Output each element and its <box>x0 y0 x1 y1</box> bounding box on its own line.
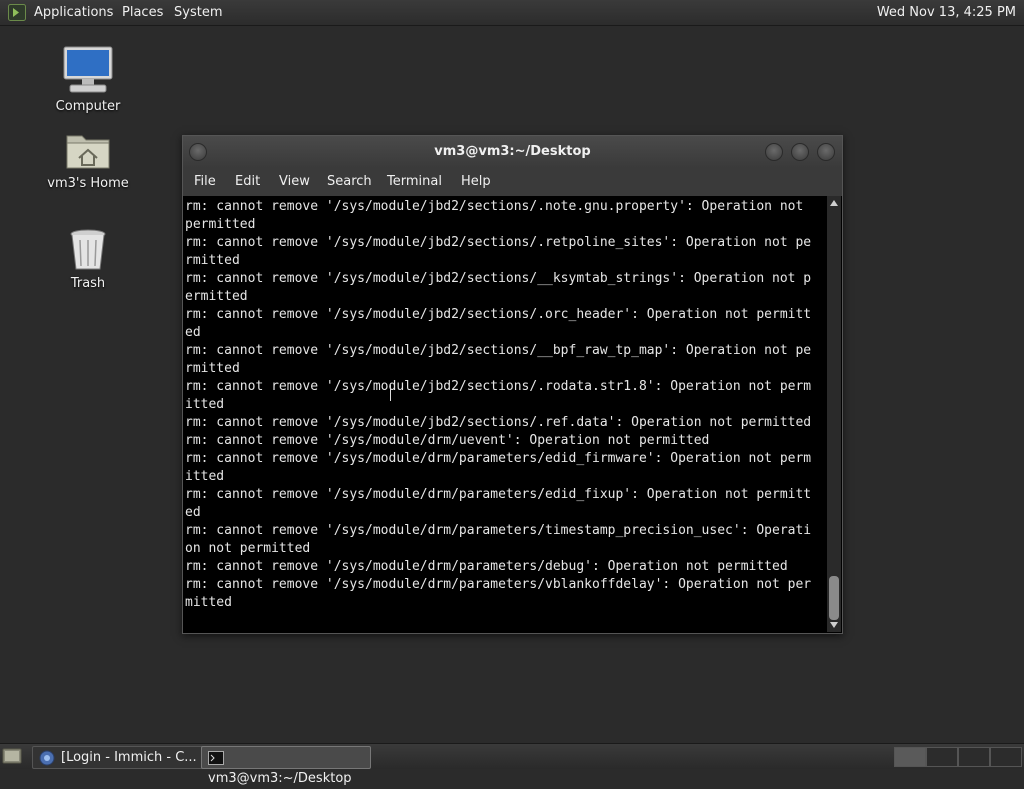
terminal-line: rmitted <box>185 361 240 376</box>
terminal-menubar: File Edit View Search Terminal Help <box>183 168 842 196</box>
desktop-icon-computer[interactable]: Computer <box>43 45 133 114</box>
window-titlebar[interactable]: vm3@vm3:~/Desktop <box>183 136 842 168</box>
scrollbar-thumb[interactable] <box>829 576 839 620</box>
menu-edit[interactable]: Edit <box>233 168 262 196</box>
show-desktop-icon[interactable] <box>2 747 22 765</box>
terminal-line: rm: cannot remove '/sys/module/drm/param… <box>185 523 812 538</box>
system-menu[interactable]: System <box>170 0 226 25</box>
browser-icon <box>39 750 55 765</box>
terminal-line: rm: cannot remove '/sys/module/jbd2/sect… <box>185 199 812 214</box>
terminal-line: rm: cannot remove '/sys/module/jbd2/sect… <box>185 307 812 322</box>
desktop-icon-trash[interactable]: Trash <box>43 228 133 291</box>
terminal-line: ermitted <box>185 289 248 304</box>
terminal-icon <box>208 750 224 765</box>
terminal-line: mitted <box>185 595 232 610</box>
menu-help[interactable]: Help <box>459 168 493 196</box>
terminal-output[interactable]: rm: cannot remove '/sys/module/jbd2/sect… <box>185 198 825 631</box>
clock[interactable]: Wed Nov 13, 4:25 PM <box>877 0 1016 25</box>
desktop-icon-home[interactable]: vm3's Home <box>43 128 133 191</box>
terminal-line: itted <box>185 469 225 484</box>
taskbar-task-browser[interactable]: [Login - Immich - C... <box>32 746 204 769</box>
workspace-4[interactable] <box>990 747 1022 767</box>
terminal-line: ed <box>185 505 201 520</box>
taskbar-task-label: [Login - Immich - C... <box>61 750 197 765</box>
desktop-icon-label: Trash <box>70 276 106 291</box>
applications-menu[interactable]: Applications <box>30 0 117 25</box>
workspace-2[interactable] <box>926 747 958 767</box>
terminal-line: itted <box>185 397 225 412</box>
terminal-line: rm: cannot remove '/sys/module/jbd2/sect… <box>185 235 812 250</box>
terminal-line: rm: cannot remove '/sys/module/jbd2/sect… <box>185 415 812 430</box>
terminal-line: rm: cannot remove '/sys/module/jbd2/sect… <box>185 343 812 358</box>
minimize-button[interactable] <box>765 143 783 161</box>
close-button[interactable] <box>817 143 835 161</box>
workspace-3[interactable] <box>958 747 990 767</box>
places-menu[interactable]: Places <box>118 0 167 25</box>
menu-view[interactable]: View <box>277 168 312 196</box>
terminal-line: rm: cannot remove '/sys/module/drm/param… <box>185 487 812 502</box>
terminal-line: permitted <box>185 217 256 232</box>
desktop-icon-label: Computer <box>55 99 121 114</box>
scroll-down-arrow-icon[interactable] <box>830 622 838 628</box>
terminal-scrollbar[interactable] <box>827 196 841 632</box>
taskbar-task-label: vm3@vm3:~/Desktop <box>208 771 352 786</box>
trash-icon <box>70 229 106 270</box>
taskbar-task-terminal[interactable]: vm3@vm3:~/Desktop <box>201 746 371 786</box>
computer-icon <box>63 46 113 93</box>
terminal-line: rm: cannot remove '/sys/module/drm/ueven… <box>185 433 710 448</box>
top-panel: Applications Places System Wed Nov 13, 4… <box>0 0 1024 26</box>
text-cursor-icon <box>390 385 391 401</box>
terminal-line: rm: cannot remove '/sys/module/jbd2/sect… <box>185 271 812 286</box>
desktop-icon-label: vm3's Home <box>47 176 129 191</box>
terminal-line: rm: cannot remove '/sys/module/drm/param… <box>185 559 788 574</box>
home-folder-icon <box>66 135 110 169</box>
maximize-button[interactable] <box>791 143 809 161</box>
terminal-line: rmitted <box>185 253 240 268</box>
menu-search[interactable]: Search <box>325 168 374 196</box>
terminal-line: rm: cannot remove '/sys/module/drm/param… <box>185 577 812 592</box>
terminal-line: rm: cannot remove '/sys/module/drm/param… <box>185 451 812 466</box>
menu-file[interactable]: File <box>192 168 218 196</box>
menu-terminal[interactable]: Terminal <box>385 168 444 196</box>
bottom-panel: [Login - Immich - C... vm3@vm3:~/Desktop <box>0 743 1024 786</box>
workspace-1[interactable] <box>894 747 926 767</box>
terminal-line: rm: cannot remove '/sys/module/jbd2/sect… <box>185 379 812 394</box>
scroll-up-arrow-icon[interactable] <box>830 200 838 206</box>
window-title: vm3@vm3:~/Desktop <box>434 144 591 159</box>
applications-logo-icon[interactable] <box>8 4 26 21</box>
terminal-line: on not permitted <box>185 541 311 556</box>
terminal-window: vm3@vm3:~/Desktop File Edit View Search … <box>182 135 843 634</box>
terminal-line: ed <box>185 325 201 340</box>
